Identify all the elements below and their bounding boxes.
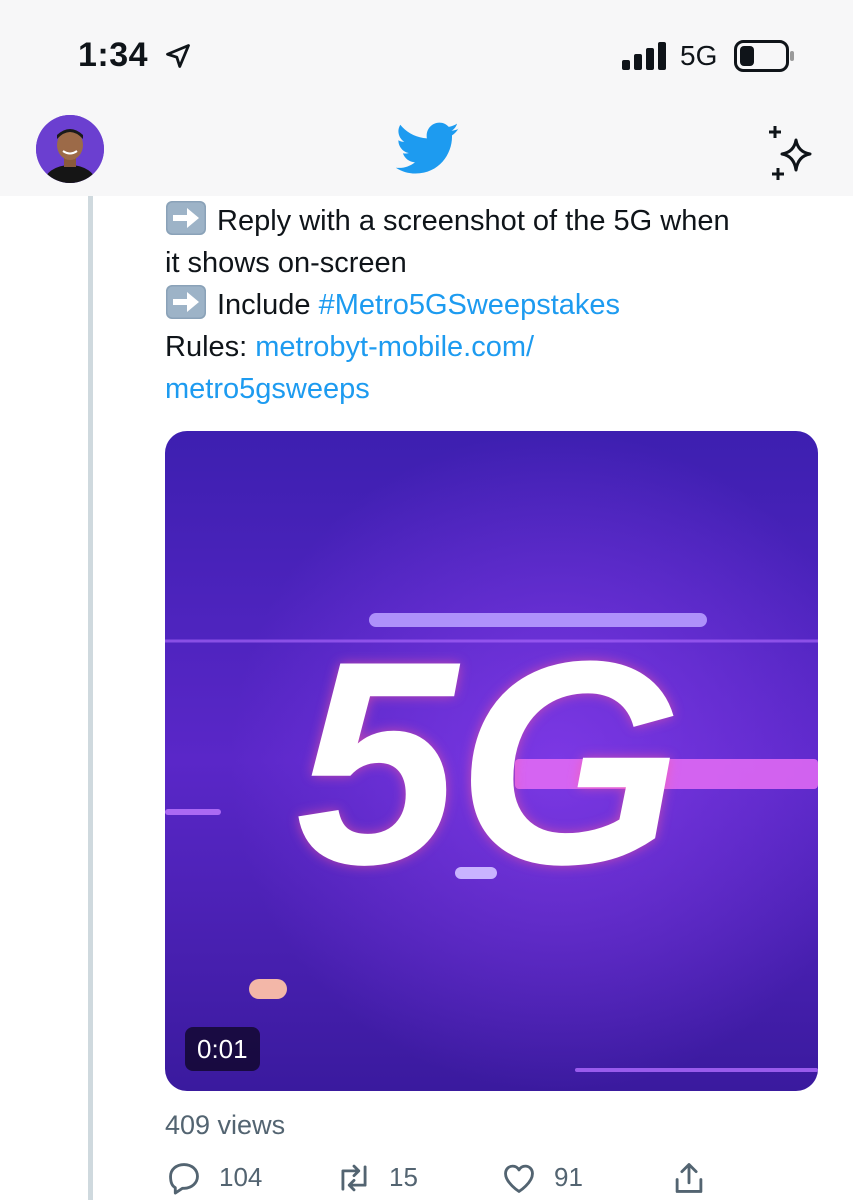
retweet-icon <box>341 1164 367 1191</box>
signal-bars-icon <box>622 42 666 70</box>
hashtag-link[interactable]: #Metro5GSweepstakes <box>319 289 620 321</box>
video-headline: 5G <box>296 601 683 925</box>
view-count: 409 views <box>165 1110 286 1140</box>
retweet-button[interactable]: 15 <box>335 1155 418 1200</box>
tweet-line: Include #Metro5GSweepstakes <box>165 284 825 326</box>
tweet-line: Reply with a screenshot of the 5G when <box>165 200 825 242</box>
sparkle-icon[interactable] <box>764 124 820 184</box>
tweet-line: Rules: metrobyt-mobile.com/ <box>165 326 825 368</box>
like-count: 91 <box>554 1162 583 1192</box>
reply-icon <box>169 1162 199 1194</box>
tweet-line-3-prefix: Include <box>217 289 319 321</box>
battery-icon <box>734 40 794 72</box>
rules-label: Rules: <box>165 331 256 363</box>
share-button[interactable] <box>670 1155 724 1200</box>
rules-link-continued[interactable]: metro5gsweeps <box>165 368 825 410</box>
status-bar: 1:34 5G <box>0 0 853 110</box>
reply-count: 104 <box>219 1162 263 1192</box>
tweet-line-2: it shows on-screen <box>165 247 407 279</box>
rules-link[interactable]: metrobyt-mobile.com/ <box>255 331 534 363</box>
status-time: 1:34 <box>78 36 149 74</box>
app-header <box>0 110 853 196</box>
reply-button[interactable]: 104 <box>165 1155 262 1200</box>
heart-icon <box>504 1164 534 1193</box>
location-arrow-icon <box>166 44 190 68</box>
right-arrow-emoji-icon <box>166 201 206 235</box>
retweet-count: 15 <box>389 1162 418 1192</box>
tweet-line-1: Reply with a screenshot of the 5G when <box>217 205 730 237</box>
thread-line <box>88 196 93 1200</box>
tweet-actions: 104 15 91 <box>150 1155 850 1200</box>
share-icon <box>675 1162 703 1193</box>
avatar[interactable] <box>36 115 104 183</box>
video-duration: 0:01 <box>185 1027 260 1071</box>
tweet-text: Reply with a screenshot of the 5G when i… <box>165 200 825 410</box>
like-button[interactable]: 91 <box>500 1155 583 1200</box>
right-arrow-emoji-icon <box>166 285 206 319</box>
video-frame: 5G 5G <box>165 431 818 1091</box>
twitter-bird-icon[interactable] <box>396 122 460 176</box>
network-type: 5G <box>680 40 718 71</box>
video-thumbnail[interactable]: 5G 5G 0:01 <box>165 431 818 1091</box>
